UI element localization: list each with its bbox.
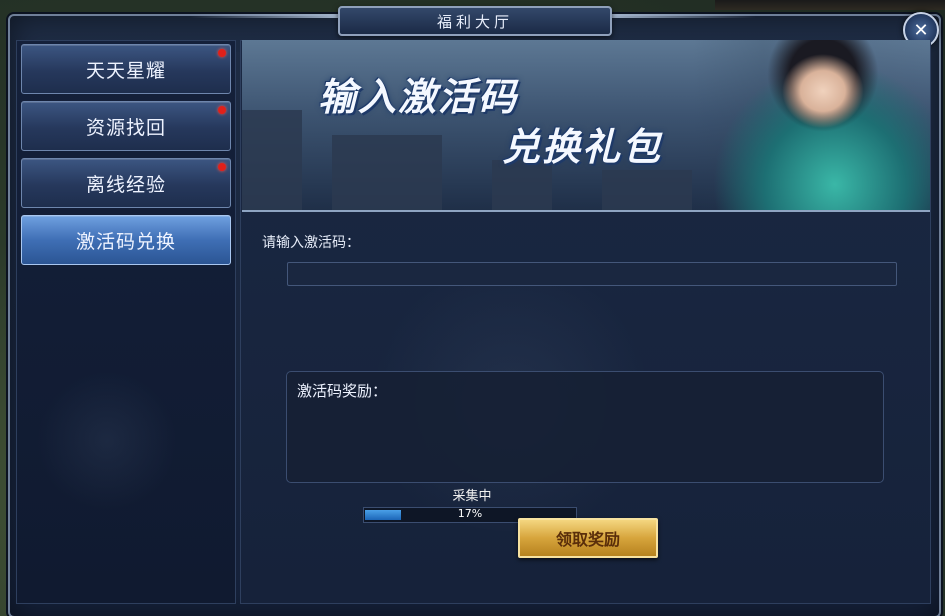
title-ornament-right [608, 14, 756, 18]
progress-label: 采集中 [452, 489, 492, 504]
code-input-label: 请输入激活码： [262, 235, 360, 251]
pagoda-silhouette [602, 170, 692, 210]
title-ornament-left [190, 14, 338, 18]
window-title: 福利大厅 [338, 6, 612, 36]
sidebar-item-label: 离线经验 [85, 173, 166, 196]
promo-banner: 输入激活码 兑换礼包 [242, 40, 930, 212]
banner-headline-1: 输入激活码 [318, 74, 519, 119]
sidebar-item-offline-exp[interactable]: 离线经验 [21, 158, 231, 208]
sidebar-item-resource-recovery[interactable]: 资源找回 [21, 101, 231, 151]
heroine-portrait [692, 40, 930, 210]
claim-reward-label: 领取奖励 [555, 530, 620, 549]
sidebar-item-daily-star[interactable]: 天天星耀 [21, 44, 231, 94]
code-input[interactable] [287, 262, 897, 286]
game-screen: 福利大厅 ✕ 天天星耀 资源找回 离线经验 激活码兑换 输入激活码 兑换礼包 请… [0, 0, 945, 616]
red-dot-badge [218, 163, 226, 171]
sidebar-item-label: 资源找回 [85, 116, 166, 139]
close-icon: ✕ [913, 19, 929, 41]
red-dot-badge [218, 49, 226, 57]
claim-reward-button[interactable]: 领取奖励 [518, 518, 658, 558]
pagoda-silhouette [242, 110, 302, 210]
sidebar-item-label: 天天星耀 [85, 59, 166, 82]
red-dot-badge [218, 106, 226, 114]
sidebar: 天天星耀 资源找回 离线经验 激活码兑换 [16, 40, 236, 604]
pagoda-silhouette [332, 135, 442, 210]
reward-label: 激活码奖励： [297, 382, 388, 400]
sidebar-moon-watermark [37, 371, 177, 511]
sidebar-item-label: 激活码兑换 [75, 230, 176, 253]
reward-box: 激活码奖励： [286, 371, 884, 483]
banner-headline-2: 兑换礼包 [502, 124, 663, 169]
hud-top-bar [715, 0, 945, 10]
sidebar-item-code-redeem[interactable]: 激活码兑换 [21, 215, 231, 265]
